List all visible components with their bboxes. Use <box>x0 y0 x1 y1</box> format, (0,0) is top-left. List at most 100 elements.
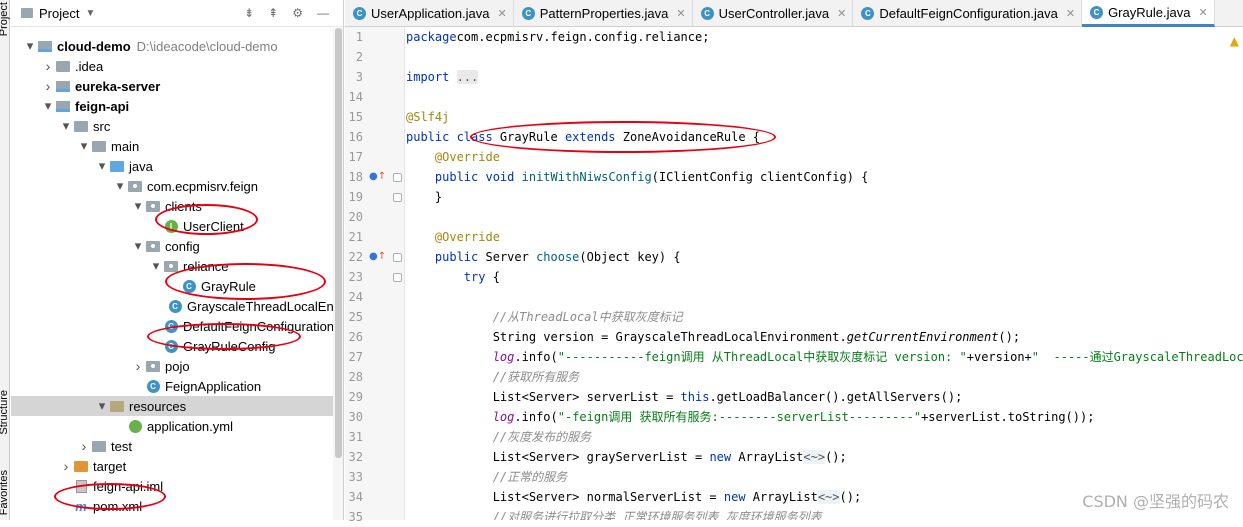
tree-item[interactable]: C FeignApplication <box>11 376 343 396</box>
tree-item[interactable]: application.yml <box>11 416 343 436</box>
line-number: 1 <box>355 30 363 44</box>
code-token: " -----通过GrayscaleThreadLocalEnvironment <box>1031 350 1243 364</box>
editor-tab[interactable]: C DefaultFeignConfiguration.java ✕ <box>853 0 1083 27</box>
editor-tab[interactable]: C GrayRule.java ✕ <box>1082 0 1215 27</box>
resources-folder-icon <box>109 399 125 413</box>
code-token: List<Server> normalServerList = <box>406 490 724 504</box>
override-marker-icon[interactable]: ●↑ <box>369 247 386 267</box>
line-number: 28 <box>348 370 363 384</box>
editor-tab[interactable]: C UserApplication.java ✕ <box>345 0 514 27</box>
code-line: List<Server> grayServerList = new ArrayL… <box>406 447 847 467</box>
code-token: log <box>492 410 515 424</box>
tree-item[interactable]: › target <box>11 456 343 476</box>
chevron-down-icon[interactable]: ▾ <box>149 258 163 274</box>
tree-item-label: com.ecpmisrv.feign <box>147 178 259 194</box>
chevron-down-icon[interactable]: ▾ <box>77 138 91 154</box>
tree-item[interactable]: › eureka-server <box>11 76 343 96</box>
chevron-down-icon[interactable]: ▾ <box>41 98 55 114</box>
chevron-right-icon[interactable]: › <box>41 58 55 74</box>
scrollbar-thumb[interactable] <box>335 28 342 458</box>
chevron-down-icon[interactable]: ▾ <box>23 38 37 54</box>
code-line: List<Server> serverList = this.getLoadBa… <box>406 387 963 407</box>
chevron-right-icon[interactable]: › <box>131 358 145 374</box>
line-number: 30 <box>348 410 363 424</box>
chevron-down-icon[interactable]: ▼ <box>85 8 95 19</box>
override-marker-icon[interactable]: ●↑ <box>369 167 386 187</box>
warning-icon[interactable]: ▲ <box>1230 34 1239 48</box>
fold-marker-icon[interactable] <box>393 273 402 282</box>
close-icon[interactable]: ✕ <box>498 7 507 20</box>
close-icon[interactable]: ✕ <box>1066 7 1075 20</box>
annotation-ring-pom <box>54 483 166 510</box>
editor-tab[interactable]: C UserController.java ✕ <box>693 0 854 27</box>
chevron-down-icon[interactable]: ▾ <box>95 398 109 414</box>
project-panel-title[interactable]: Project <box>39 6 79 21</box>
line-number: 32 <box>348 450 363 464</box>
chevron-right-icon[interactable]: › <box>77 438 91 454</box>
code-token: import <box>406 70 450 84</box>
fold-marker-icon[interactable] <box>393 193 402 202</box>
chevron-down-icon[interactable]: ▾ <box>131 198 145 214</box>
code-token: @Override <box>434 150 500 164</box>
code-token: Server <box>478 250 537 264</box>
tree-item[interactable]: ▾ com.ecpmisrv.feign <box>11 176 343 196</box>
watermark: CSDN @坚强的码农 <box>1082 492 1229 511</box>
line-number: 18 <box>348 170 363 184</box>
source-folder-icon <box>109 159 125 173</box>
package-icon <box>145 199 161 213</box>
chevron-down-icon[interactable]: ▾ <box>131 238 145 254</box>
chevron-down-icon[interactable]: ▾ <box>113 178 127 194</box>
code-line: @Override <box>406 147 500 167</box>
chevron-right-icon[interactable]: › <box>59 458 73 474</box>
code-token: (); <box>839 490 862 504</box>
tree-item[interactable]: ▾ config <box>11 236 343 256</box>
fold-marker-icon[interactable] <box>393 253 402 262</box>
code-editor[interactable]: packagecom.ecpmisrv.feign.config.relianc… <box>406 27 1243 520</box>
tree-item[interactable]: C GrayscaleThreadLocalEnvironment <box>11 296 343 316</box>
code-token: "-----------feign调用 从ThreadLocal中获取灰度标记 … <box>557 350 967 364</box>
collapse-all-icon[interactable]: ⇞ <box>268 6 278 20</box>
code-token: new <box>709 450 732 464</box>
chevron-down-icon[interactable]: ▾ <box>59 118 73 134</box>
gear-icon[interactable]: ⚙ <box>292 6 303 20</box>
code-line: String version = GrayscaleThreadLocalEnv… <box>406 327 1020 347</box>
chevron-down-icon[interactable]: ▾ <box>95 158 109 174</box>
hide-icon[interactable]: — <box>317 6 329 20</box>
tree-item[interactable]: › test <box>11 436 343 456</box>
tree-item[interactable]: ▾ resources <box>11 396 343 416</box>
line-number: 26 <box>348 330 363 344</box>
tree-item[interactable]: ▾ feign-api <box>11 96 343 116</box>
line-number: 34 <box>348 490 363 504</box>
module-folder-icon <box>37 39 53 53</box>
close-icon[interactable]: ✕ <box>837 7 846 20</box>
code-token: //获取所有服务 <box>492 370 580 384</box>
class-icon: C <box>861 7 875 20</box>
tree-item-label: test <box>111 438 132 454</box>
tree-item[interactable]: ›gateway <box>11 516 343 520</box>
tree-item[interactable]: › pojo <box>11 356 343 376</box>
code-line: List<Server> normalServerList = new Arra… <box>406 487 861 507</box>
editor-tab-label: UserApplication.java <box>371 6 490 21</box>
project-scrollbar[interactable] <box>333 28 343 520</box>
tree-item[interactable]: › .idea <box>11 56 343 76</box>
code-token: List<Server> serverList = <box>406 390 681 404</box>
tree-item[interactable]: ▾ java <box>11 156 343 176</box>
code-token: public <box>434 250 479 264</box>
tree-item[interactable]: ▾ src <box>11 116 343 136</box>
close-icon[interactable]: ✕ <box>676 7 685 20</box>
code-token: package <box>406 30 457 44</box>
editor-tab[interactable]: C PatternProperties.java ✕ <box>514 0 693 27</box>
tree-item-label: resources <box>129 398 187 414</box>
fold-marker-icon[interactable] <box>393 173 402 182</box>
tree-item[interactable]: ▾ cloud-demo D:\ideacode\cloud-demo <box>11 36 343 56</box>
expand-all-icon[interactable]: ⇟ <box>244 6 254 20</box>
chevron-right-icon[interactable]: › <box>41 78 55 94</box>
close-icon[interactable]: ✕ <box>1198 6 1207 19</box>
tool-window-stripe: Project Structure Favorites <box>0 0 10 520</box>
tree-item[interactable]: ▾ main <box>11 136 343 156</box>
project-view-icon <box>21 8 33 18</box>
line-number: 29 <box>348 390 363 404</box>
code-token: } <box>406 190 443 204</box>
package-icon <box>145 359 161 373</box>
